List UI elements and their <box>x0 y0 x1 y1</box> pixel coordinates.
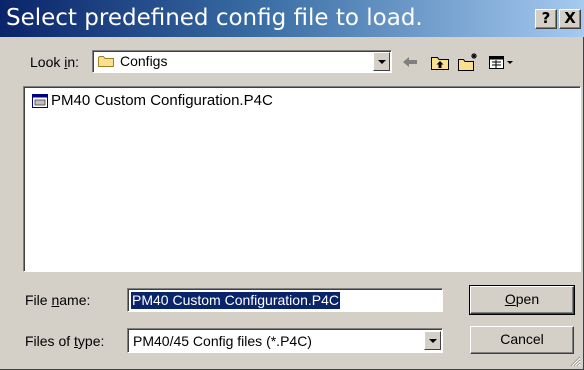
file-name-text: PM40 Custom Configuration.P4C <box>51 92 273 109</box>
config-file-icon <box>32 94 48 108</box>
file-list[interactable]: PM40 Custom Configuration.P4C <box>23 86 581 272</box>
back-arrow-icon[interactable] <box>398 51 422 73</box>
file-name-field[interactable]: PM40 Custom Configuration.P4C <box>127 288 443 312</box>
file-type-dropdown-button[interactable] <box>424 331 441 350</box>
help-button[interactable]: ? <box>535 9 557 29</box>
new-folder-icon[interactable] <box>456 51 480 73</box>
file-type-label: Files of type: <box>25 333 105 349</box>
title-bar[interactable]: Select predefined config file to load. ?… <box>0 0 584 37</box>
file-name-value[interactable]: PM40 Custom Configuration.P4C <box>131 292 340 309</box>
open-button[interactable]: Open <box>469 285 575 315</box>
look-in-label: Look in: <box>30 54 80 70</box>
dialog-title: Select predefined config file to load. <box>6 5 423 31</box>
view-menu-icon[interactable] <box>486 51 518 73</box>
look-in-dropdown[interactable]: Configs <box>92 50 392 73</box>
up-folder-icon[interactable] <box>428 51 452 73</box>
look-in-value: Configs <box>120 53 168 69</box>
chevron-down-icon <box>429 339 437 343</box>
file-type-value: PM40/45 Config files (*.P4C) <box>133 333 312 349</box>
folder-icon <box>98 56 114 67</box>
chevron-down-icon <box>378 60 386 64</box>
resize-grip-icon[interactable] <box>569 355 581 367</box>
file-type-dropdown[interactable]: PM40/45 Config files (*.P4C) <box>127 328 443 353</box>
look-in-dropdown-button[interactable] <box>373 52 390 71</box>
close-button[interactable]: X <box>559 9 581 29</box>
cancel-button[interactable]: Cancel <box>470 326 574 354</box>
open-file-dialog: Select predefined config file to load. ?… <box>0 0 584 370</box>
file-name-label: File name: <box>25 292 91 308</box>
